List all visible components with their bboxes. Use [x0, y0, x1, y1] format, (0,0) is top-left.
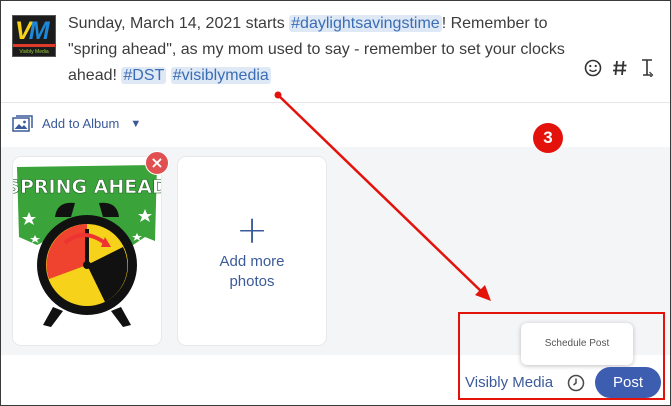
schedule-post-tooltip: Schedule Post	[521, 323, 633, 365]
spring-ahead-image: SPRING AHEAD	[6, 165, 168, 327]
post-composer: VM Visibly Media Sunday, March 14, 2021 …	[0, 0, 671, 406]
svg-text:SPRING AHEAD: SPRING AHEAD	[13, 176, 161, 198]
post-button[interactable]: Post	[595, 367, 661, 398]
add-to-album-button[interactable]: Add to Album ▼	[12, 114, 141, 134]
text-cursor-icon[interactable]	[640, 59, 660, 77]
add-more-photos-label: Add more photos	[219, 253, 285, 290]
post-text-segment: Sunday, March 14, 2021 starts	[68, 15, 290, 32]
add-more-photos-button[interactable]: + Add more photos	[178, 157, 326, 345]
attached-image-card[interactable]: SPRING AHEAD	[6, 157, 168, 345]
hashtag-icon[interactable]	[612, 59, 632, 77]
hashtag[interactable]: #daylightsavingstime	[289, 15, 442, 32]
hashtag[interactable]: #DST	[121, 67, 167, 84]
add-to-album-label: Add to Album	[42, 116, 120, 131]
schedule-clock-icon[interactable]	[567, 374, 585, 392]
hashtag[interactable]: #visiblymedia	[170, 67, 271, 84]
plus-icon: +	[236, 208, 268, 252]
account-name-link[interactable]: Visibly Media	[465, 373, 553, 393]
account-avatar: VM Visibly Media	[12, 15, 56, 57]
remove-image-button[interactable]: ×	[145, 151, 169, 175]
smiley-icon[interactable]	[584, 59, 604, 77]
album-bar: Add to Album ▼	[1, 102, 670, 148]
step-number-badge: 3	[533, 123, 563, 153]
caret-down-icon: ▼	[130, 118, 142, 130]
photo-album-icon	[12, 115, 33, 132]
post-text-editor[interactable]: Sunday, March 14, 2021 starts #daylights…	[68, 11, 588, 89]
text-tools	[584, 59, 660, 77]
